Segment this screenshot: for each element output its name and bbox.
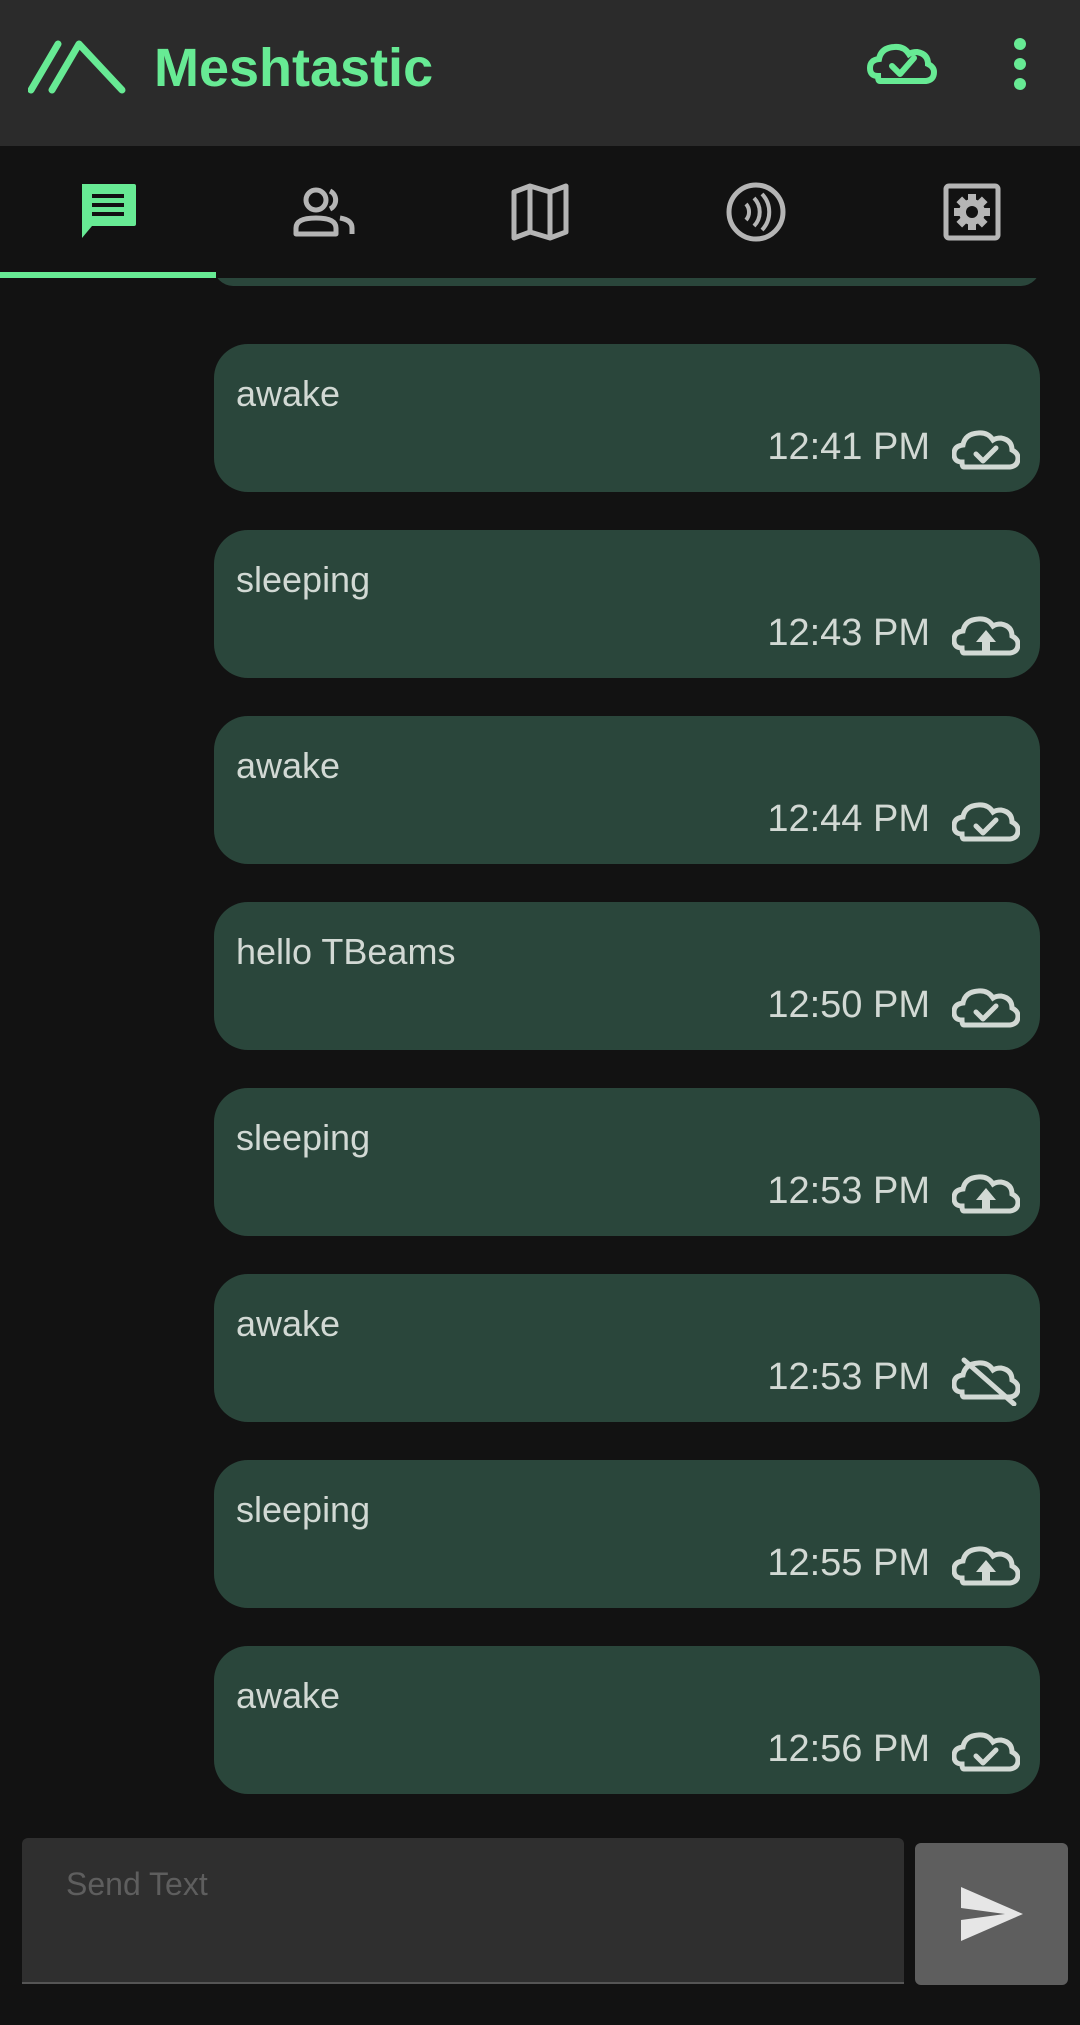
meshtastic-logo-icon [28, 40, 126, 94]
chat-icon [82, 184, 136, 238]
more-vert-icon[interactable] [1000, 36, 1040, 92]
send-button[interactable] [915, 1843, 1068, 1985]
tab-bar [0, 146, 1080, 278]
message-time: 12:44 PM [767, 798, 930, 840]
map-icon [511, 183, 569, 241]
message-bubble[interactable]: sleeping 12:55 PM [214, 1460, 1040, 1608]
message-text: sleeping [236, 1117, 371, 1158]
message-text: awake [236, 1675, 341, 1716]
send-text-placeholder: Send Text [66, 1866, 208, 1902]
send-text-input[interactable]: Send Text [22, 1838, 904, 1984]
cloud-upload-icon [952, 1542, 1020, 1592]
message-text: awake [236, 1303, 341, 1344]
message-bubble[interactable]: awake 12:56 PM [214, 1646, 1040, 1794]
tab-settings[interactable] [864, 146, 1080, 278]
cloud-upload-icon [952, 612, 1020, 662]
tab-users[interactable] [216, 146, 432, 278]
tab-map[interactable] [432, 146, 648, 278]
message-text: sleeping [236, 1489, 371, 1530]
message-time: 12:50 PM [767, 984, 930, 1026]
message-text: awake [236, 373, 341, 414]
message-time: 12:41 PM [767, 426, 930, 468]
cloud-done-icon [952, 984, 1020, 1034]
message-time: 12:55 PM [767, 1542, 930, 1584]
message-text: sleeping [236, 559, 371, 600]
people-icon [293, 187, 355, 237]
cloud-done-icon [952, 426, 1020, 476]
message-text: hello TBeams [236, 931, 456, 972]
message-time: 12:43 PM [767, 612, 930, 654]
message-text: awake [236, 745, 341, 786]
app-bar: Meshtastic [0, 0, 1080, 146]
tab-messages[interactable] [0, 146, 216, 278]
message-bubble[interactable]: awake 12:44 PM [214, 716, 1040, 864]
message-bubble[interactable]: awake 12:41 PM [214, 344, 1040, 492]
cloud-upload-icon [952, 1170, 1020, 1220]
cloud-done-icon [952, 1728, 1020, 1778]
settings-icon [943, 183, 1001, 241]
tab-channel[interactable] [648, 146, 864, 278]
message-bubble[interactable]: hello TBeams 12:50 PM [214, 902, 1040, 1050]
message-time: 12:53 PM [767, 1170, 930, 1212]
nfc-signal-icon [726, 182, 786, 242]
app-title: Meshtastic [154, 38, 434, 98]
input-underline [22, 1982, 904, 1984]
message-bubble[interactable]: sleeping 12:43 PM [214, 530, 1040, 678]
cloud-done-icon[interactable] [866, 36, 940, 92]
message-bubble[interactable]: sleeping 12:53 PM [214, 1088, 1040, 1236]
cloud-off-icon [952, 1357, 1020, 1406]
message-list[interactable]: awake 12:41 PM sleeping 12:43 PM awake 12:44 … [0, 278, 1080, 1834]
message-bubble[interactable]: awake 12:53 PM [214, 1274, 1040, 1422]
message-time: 12:53 PM [767, 1356, 930, 1398]
message-bubble-partial [214, 278, 1040, 286]
cloud-done-icon [952, 798, 1020, 848]
send-icon [961, 1887, 1023, 1941]
message-time: 12:56 PM [767, 1728, 930, 1770]
